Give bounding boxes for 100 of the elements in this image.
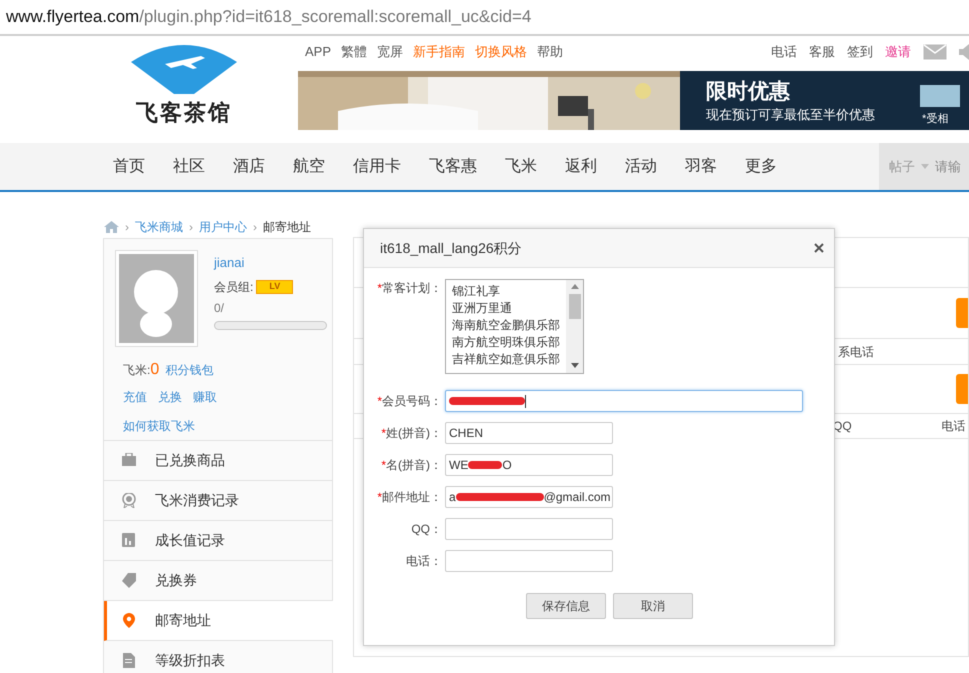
field-label: 名(拼音)： [386,457,442,474]
nav-link[interactable]: 航空 [293,154,325,178]
username[interactable]: jianai [214,253,327,272]
dialog-button[interactable]: 取消 [613,593,693,619]
breadcrumb-separator: › [189,219,193,236]
list-option[interactable]: 锦江礼享 [452,283,566,300]
medal-icon [122,493,136,508]
menu-item[interactable]: 邮寄地址 [104,601,333,641]
breadcrumb-separator: › [253,219,257,236]
required-mark: * [377,280,382,297]
field-value: @gmail.com [544,489,611,506]
close-icon[interactable] [814,243,824,253]
scroll-up-icon[interactable] [570,284,578,289]
dialog-title: it618_mall_lang26积分 [380,238,522,258]
column-header: 系电话 [838,344,874,360]
action-button[interactable] [956,298,968,328]
coin-action-link[interactable]: 充值 [123,388,147,406]
bar-chart-icon [122,533,136,548]
top-link[interactable]: 宽屏 [377,42,404,62]
field-value: WE [449,457,468,474]
action-button[interactable] [956,374,968,404]
breadcrumb-link[interactable]: 邮寄地址 [263,218,311,236]
nav-link[interactable]: 羽客 [685,154,717,178]
user-link[interactable]: 电话 [771,42,797,62]
field-label: 电话： [406,553,442,570]
top-link[interactable]: 繁體 [341,42,368,62]
logo-text: 飞客茶馆 [136,99,232,127]
input-field[interactable] [445,518,613,540]
tag-icon [122,573,136,588]
field-label: 常客计划： [382,280,442,297]
home-icon[interactable] [104,221,119,233]
banner-button [920,85,960,107]
user-link[interactable]: 签到 [847,42,873,62]
required-mark: * [377,489,382,506]
nav-link[interactable]: 社区 [173,154,205,178]
breadcrumb-link[interactable]: 飞米商城 [135,218,183,236]
menu-item[interactable]: 成长值记录 [104,521,332,561]
required-mark: * [381,425,386,442]
nav-link[interactable]: 更多 [745,154,777,178]
nav-link[interactable]: 活动 [625,154,657,178]
top-link[interactable]: 帮助 [537,42,564,62]
member-group-label: 会员组: [214,278,254,296]
scrollbar-thumb[interactable] [568,294,580,319]
search-scope: 帖子 [889,158,915,176]
required-mark: * [377,393,382,410]
menu-item[interactable]: 已兑换商品 [104,441,332,481]
top-link[interactable]: APP [305,42,332,62]
search-placeholder: 请输 [935,158,961,176]
coin-action-link[interactable]: 兑换 [158,388,182,406]
field-value: O [502,457,512,474]
caret-icon [921,164,929,169]
document-icon [122,653,136,668]
speaker-icon[interactable] [959,44,969,60]
address-bar[interactable]: www.flyertea.com/plugin.php?id=it618_scoremall:scoremall_uc&cid=4 [0,0,969,36]
map-pin-icon [122,613,136,628]
input-field[interactable]: a @gmail.com [445,486,613,508]
list-option[interactable]: 南方航空明珠俱乐部 [452,334,566,351]
nav-link[interactable]: 返利 [565,154,597,178]
required-mark: * [381,457,386,474]
text-cursor [525,394,526,408]
level-badge: LV [256,280,294,294]
fan-logo-icon [131,44,237,94]
program-list[interactable]: 锦江礼享 亚洲万里通 海南航空金鹏俱乐部 南方航空明珠俱乐部 吉祥航空如意俱乐部 [445,279,584,374]
field-value: a [449,489,456,506]
url-text: www.flyertea.com/plugin.php?id=it618_scoremall:scoremall_uc&cid=4 [6,6,532,28]
menu-item[interactable]: 等级折扣表 [104,641,332,673]
input-field[interactable]: WE O [445,454,613,476]
field-label: 姓(拼音)： [386,425,442,442]
input-field[interactable] [445,390,803,412]
banner-title: 限时优惠 [706,79,790,105]
wallet-link[interactable]: 积分钱包 [165,361,214,379]
scrollbar[interactable] [566,280,583,373]
field-label: 邮件地址： [382,489,442,506]
nav-link[interactable]: 酒店 [233,154,265,178]
nav-link[interactable]: 飞客惠 [429,154,477,178]
nav-link[interactable]: 首页 [113,154,145,178]
scroll-down-icon[interactable] [570,363,578,368]
list-option[interactable]: 海南航空金鹏俱乐部 [452,317,566,334]
field-label: QQ： [411,521,442,538]
input-field[interactable]: CHEN [445,422,613,444]
hotel-banner[interactable]: 限时优惠 现在预订可享最低至半价优惠 *受相 [298,71,969,130]
mail-icon[interactable] [923,44,947,60]
coin-action-link[interactable]: 赚取 [193,388,217,406]
nav-link[interactable]: 信用卡 [353,154,401,178]
field-value: CHEN [449,425,484,442]
breadcrumb-separator: › [125,219,129,236]
user-link[interactable]: 邀请 [885,42,911,62]
list-option[interactable]: 亚洲万里通 [452,300,566,317]
banner-subtitle: 现在预订可享最低至半价优惠 [706,106,875,124]
dialog-button[interactable]: 保存信息 [526,593,606,619]
breadcrumb-link[interactable]: 用户中心 [199,218,247,236]
menu-item[interactable]: 飞米消费记录 [104,481,332,521]
column-header: 电话 [942,418,966,435]
banner-note: *受相 [922,112,948,127]
coins-label: 飞米:0 [123,361,160,379]
nav-link[interactable]: 飞米 [505,154,537,178]
input-field[interactable] [445,550,613,572]
list-option[interactable]: 吉祥航空如意俱乐部 [452,351,566,368]
user-link[interactable]: 客服 [809,42,835,62]
how-to-link[interactable]: 如何获取飞米 [115,417,332,435]
